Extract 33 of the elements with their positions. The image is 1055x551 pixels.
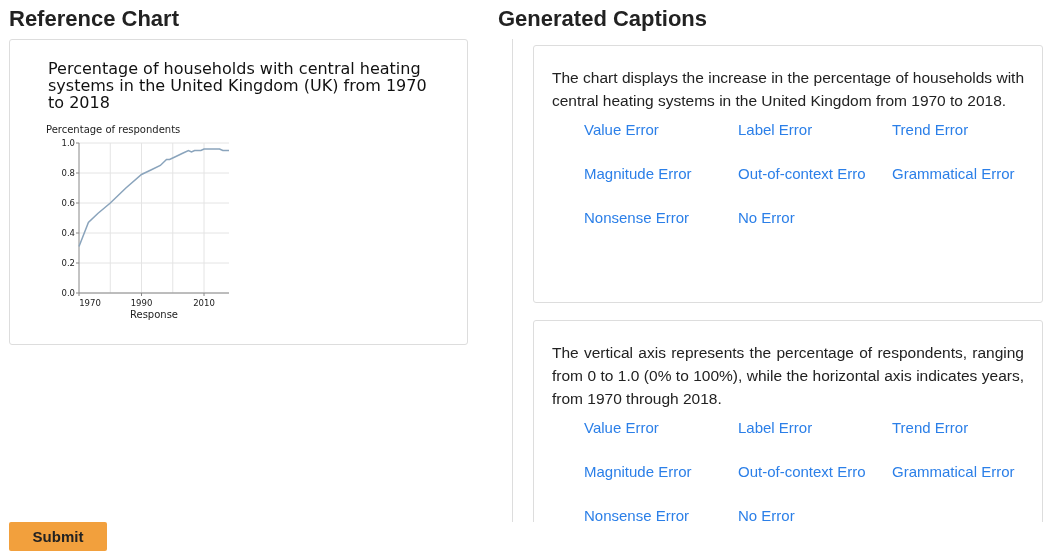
x-tick-label: 1970: [79, 298, 101, 308]
error-option-link[interactable]: Magnitude Error: [584, 461, 692, 482]
chart-title: Percentage of households with central heating systems in the United Kingdom (UK) from 1970 to 2018: [48, 60, 428, 111]
error-option-link[interactable]: Nonsense Error: [584, 207, 690, 228]
caption-text: The vertical axis represents the percentage of respondents, ranging from 0 to 1.0 (0% to 100%), while the horizontal axis indicates years, from 1970 through 2018.: [552, 343, 1024, 409]
error-option-link[interactable]: Magnitude Error: [584, 163, 692, 184]
error-option-link[interactable]: Trend Error: [892, 119, 969, 140]
x-axis-label: Response: [130, 309, 178, 320]
y-tick-label: 0.8: [61, 168, 75, 178]
caption-text: The chart displays the increase in the percentage of households with central heating systems in the United Kingdom from 1970 to 2018.: [552, 68, 1024, 111]
error-option-link[interactable]: No Error: [738, 207, 795, 228]
submit-button[interactable]: Submit: [9, 522, 107, 551]
error-option-link[interactable]: Label Error: [738, 417, 813, 438]
error-option-link[interactable]: Nonsense Error: [584, 505, 690, 522]
error-option-link[interactable]: No Error: [738, 505, 795, 522]
error-option-link[interactable]: Grammatical Error: [892, 461, 1015, 482]
y-tick-label: 0.4: [61, 228, 75, 238]
y-tick-label: 1.0: [61, 138, 75, 148]
error-option-link[interactable]: Out-of-context Erro: [738, 461, 866, 482]
section-heading: Generated Captions: [498, 6, 709, 32]
error-option-link[interactable]: Out-of-context Erro: [738, 163, 866, 184]
error-option-link[interactable]: Label Error: [738, 119, 813, 140]
y-tick-label: 0.2: [61, 258, 75, 268]
error-option-link[interactable]: Value Error: [584, 119, 659, 140]
error-option-link[interactable]: Trend Error: [892, 417, 969, 438]
y-tick-label: 0.6: [61, 198, 75, 208]
x-tick-label: 1990: [130, 298, 153, 308]
x-tick-label: 2010: [193, 298, 215, 308]
error-option-link[interactable]: Value Error: [584, 417, 659, 438]
y-axis-label: Percentage of respondents: [46, 124, 181, 135]
y-tick-label: 0.0: [61, 288, 75, 298]
error-option-link[interactable]: Grammatical Error: [892, 163, 1015, 184]
section-heading: Reference Chart: [9, 6, 180, 32]
